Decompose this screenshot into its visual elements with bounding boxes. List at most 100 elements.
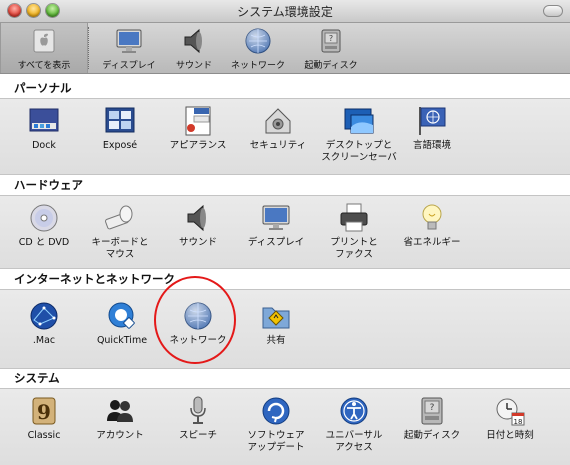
system-preferences-window: システム環境設定 すべてを表示 ディスプレイ サウンド ネットワーク ? 起動デ… [0,0,570,465]
svg-text:?: ? [329,34,333,43]
pane-label: ディスプレイ [247,237,305,248]
expose-icon [105,107,135,133]
keyboard-mouse-icon [105,205,133,230]
startup-disk-icon: ? [421,397,443,425]
pane-label: Exposé [102,140,138,151]
pane-dock[interactable]: Dock [4,105,84,152]
svg-text:18: 18 [514,418,523,426]
pane-date-time[interactable]: 18 日付と時刻 [470,395,550,442]
classic-icon: 9 [32,397,56,425]
pane-label: ソフトウェア アップデート [247,430,305,453]
pane-label: アピアランス [169,140,227,151]
desktop-screensaver-icon [344,108,374,134]
pane-classic[interactable]: 9 Classic [4,395,84,442]
section-title-personal: パーソナル [0,80,570,97]
pane-label: セキュリティ [249,140,307,151]
date-time-icon: 18 [496,398,525,426]
pane-label: Classic [27,430,61,441]
toolbar-network-label: ネットワーク [230,61,285,71]
speech-mic-icon [190,396,206,424]
toolbar-sound-button[interactable]: サウンド [165,23,223,73]
section-personal: Dock Exposé アピアランス セキュリティ デスクトップと スクリーンセ… [0,98,570,175]
pane-label: アカウント [96,430,144,441]
pane-cd-dvd[interactable]: CD と DVD [4,202,84,249]
pane-universal-access[interactable]: ユニバーサル アクセス [314,395,394,454]
pane-label: 言語環境 [412,140,451,151]
toolbar: すべてを表示 ディスプレイ サウンド ネットワーク ? 起動ディスク [0,23,570,74]
toolbar-startup-disk-button[interactable]: ? 起動ディスク [296,23,366,73]
toolbar-network-button[interactable]: ネットワーク [223,23,293,73]
appearance-icon [185,106,211,136]
section-internet-network: .Mac QuickTime ネットワーク 共有 [0,289,570,369]
pane-label: CD と DVD [18,237,70,248]
dock-icon [29,108,59,132]
quicktime-icon [108,302,135,329]
section-hardware: CD と DVD キーボードと マウス サウンド ディスプレイ プリントと ファ… [0,195,570,269]
cd-dvd-icon [30,204,58,232]
dotmac-icon [30,302,58,330]
pane-energy-saver[interactable]: 省エネルギー [392,202,472,249]
pane-label: .Mac [32,335,56,346]
pane-displays[interactable]: ディスプレイ [236,202,316,249]
toolbar-toggle-button[interactable] [543,5,563,17]
svg-text:?: ? [430,403,435,413]
pane-desktop-screensaver[interactable]: デスクトップと スクリーンセーバ [314,105,404,164]
annotation-circle [154,276,236,364]
pane-label: QuickTime [96,335,148,346]
network-globe-icon [245,28,271,54]
section-title-hardware: ハードウェア [0,177,570,194]
toolbar-show-all-button[interactable]: すべてを表示 [0,23,88,73]
section-title-system: システム [0,370,570,387]
pane-label: ユニバーサル アクセス [325,430,383,453]
toolbar-display-button[interactable]: ディスプレイ [96,23,162,73]
toolbar-show-all-label: すべてを表示 [17,61,71,71]
pane-quicktime[interactable]: QuickTime [82,300,162,347]
pane-label: 省エネルギー [403,237,461,248]
title-bar[interactable]: システム環境設定 [0,0,570,23]
pane-sharing[interactable]: 共有 [236,300,316,347]
svg-text:9: 9 [37,400,51,424]
pane-label: Dock [32,140,56,151]
accounts-icon [107,400,133,422]
section-system: 9 Classic アカウント スピーチ ソフトウェア アップデート ユニバーサ… [0,388,570,465]
pane-software-update[interactable]: ソフトウェア アップデート [236,395,316,454]
pane-keyboard-mouse[interactable]: キーボードと マウス [80,202,160,261]
display-icon [116,29,142,53]
pane-international[interactable]: 言語環境 [392,105,472,152]
pane-label: キーボードと マウス [91,237,149,260]
toolbar-sound-label: サウンド [175,61,212,71]
security-house-icon [265,108,291,134]
pane-dotmac[interactable]: .Mac [4,300,84,347]
software-update-icon [262,397,290,425]
pane-label: 共有 [266,335,286,346]
pane-appearance[interactable]: アピアランス [158,105,238,152]
pane-label: デスクトップと スクリーンセーバ [321,140,397,163]
toolbar-separator [88,27,89,69]
international-flag-icon [419,107,446,135]
pane-accounts[interactable]: アカウント [80,395,160,442]
pane-sound[interactable]: サウンド [158,202,238,249]
pane-speech[interactable]: スピーチ [158,395,238,442]
window-title: システム環境設定 [237,5,333,19]
apple-grid-icon [33,29,55,53]
toolbar-display-label: ディスプレイ [102,61,156,71]
pane-label: プリントと ファクス [330,237,378,260]
display-icon [262,205,290,230]
pane-security[interactable]: セキュリティ [238,105,318,152]
sharing-folder-icon [262,307,290,329]
lightbulb-icon [422,204,442,230]
startup-disk-icon: ? [321,29,341,53]
toolbar-startup-disk-label: 起動ディスク [304,61,358,71]
speaker-icon [184,28,202,54]
pane-startup-disk[interactable]: ? 起動ディスク [392,395,472,442]
pane-label: 日付と時刻 [486,430,534,441]
speaker-icon [187,204,206,232]
pane-label: 起動ディスク [403,430,461,441]
universal-access-icon [340,397,368,425]
pane-label: スピーチ [178,430,217,441]
pane-label: サウンド [178,237,217,248]
printer-icon [340,203,368,232]
section-title-internet-network: インターネットとネットワーク [0,271,570,288]
pane-expose[interactable]: Exposé [80,105,160,152]
pane-print-fax[interactable]: プリントと ファクス [314,202,394,261]
